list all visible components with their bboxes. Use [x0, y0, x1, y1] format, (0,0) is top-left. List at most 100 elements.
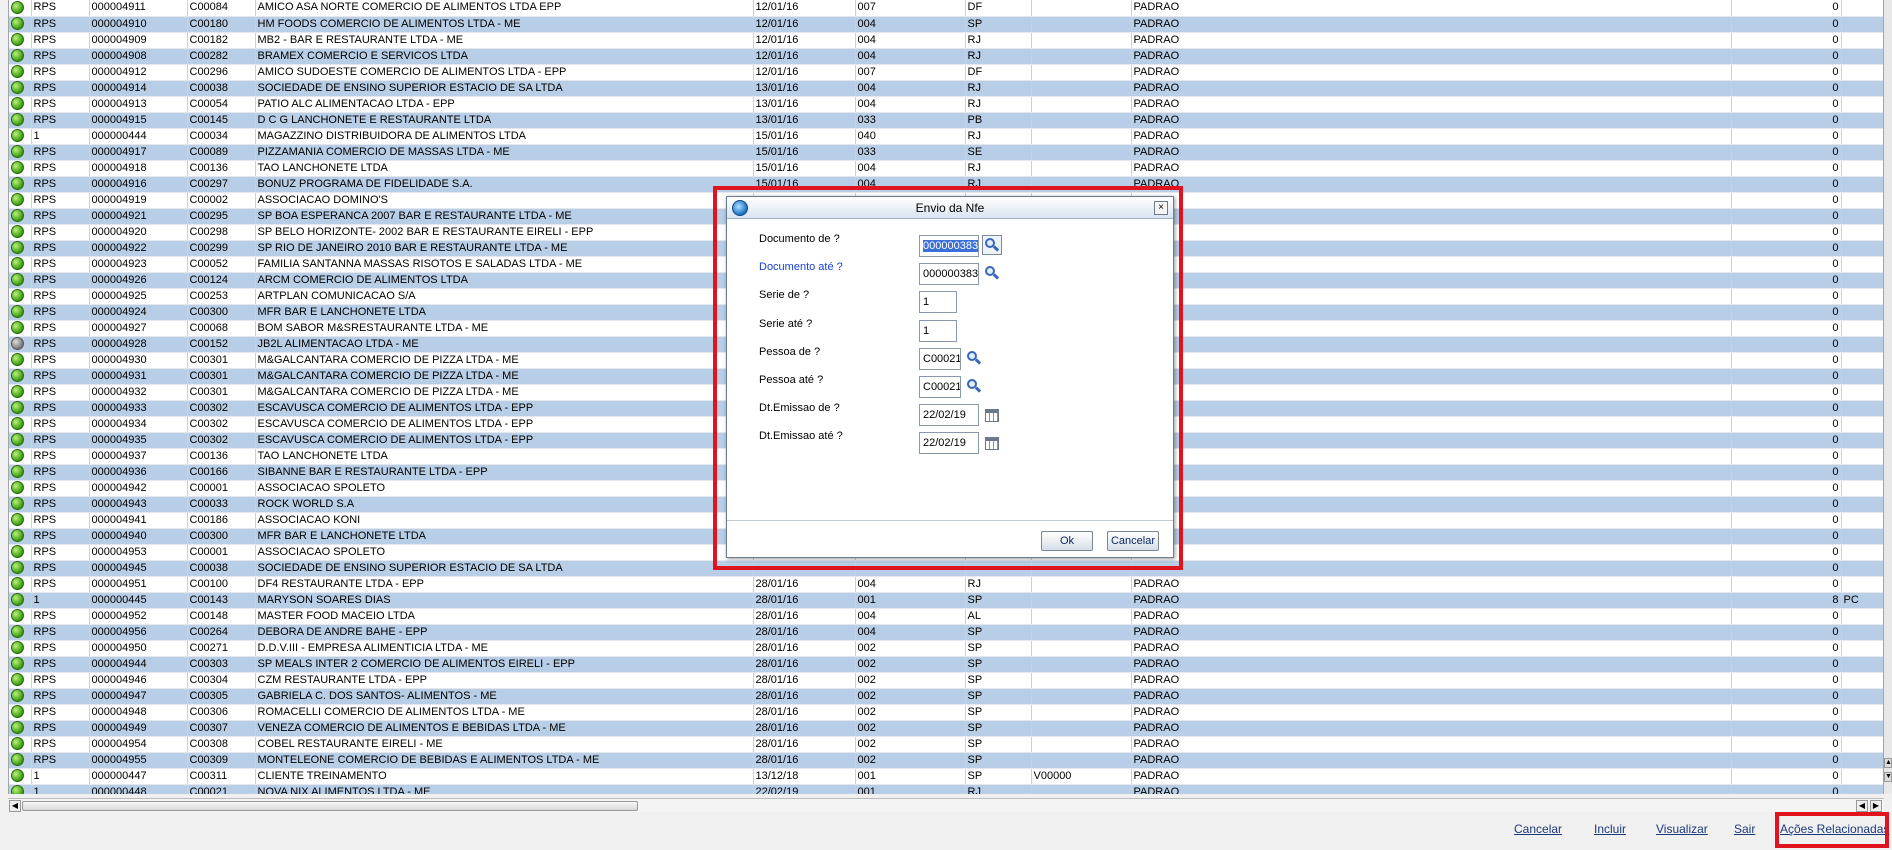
table-row[interactable]: RPS 000004947 C00305 GABRIELA C. DOS SANTOS… — [9, 688, 1883, 705]
table-row[interactable]: RPS 000004916 C00297 BONUZ PROGRAMA DE FIDE… — [9, 176, 1883, 193]
status-cell[interactable] — [9, 48, 32, 65]
status-cell[interactable] — [9, 656, 32, 673]
status-cell[interactable] — [9, 528, 32, 545]
status-cell[interactable] — [9, 608, 32, 625]
table-row[interactable]: RPS 000004909 C00182 MB2 - BAR E RESTAURANT… — [9, 32, 1883, 49]
scroll-right-arrow[interactable]: ▶ — [1870, 800, 1882, 812]
table-row[interactable]: RPS 000004956 C00264 DEBORA DE ANDRE BAHE -… — [9, 624, 1883, 641]
field-input[interactable]: 22/02/19 — [919, 404, 979, 427]
table-row[interactable]: RPS 000004944 C00303 SP MEALS INTER 2 COMER… — [9, 656, 1883, 673]
status-cell[interactable] — [9, 96, 32, 113]
status-cell[interactable] — [9, 592, 32, 609]
table-row[interactable]: RPS 000004949 C00307 VENEZA COMERCIO DE ALI… — [9, 720, 1883, 737]
status-cell[interactable] — [9, 752, 32, 769]
status-cell[interactable] — [9, 128, 32, 145]
status-cell[interactable] — [9, 624, 32, 641]
table-row[interactable]: 1 000000444 C00034 MAGAZZINO DISTRIBUIDORA … — [9, 128, 1883, 145]
status-cell[interactable] — [9, 160, 32, 177]
status-cell[interactable] — [9, 384, 32, 401]
search-icon[interactable] — [967, 350, 982, 365]
status-cell[interactable] — [9, 448, 32, 465]
dialog-titlebar[interactable]: Envio da Nfe × — [727, 197, 1173, 219]
status-cell[interactable] — [9, 304, 32, 321]
status-cell[interactable] — [9, 16, 32, 33]
status-cell[interactable] — [9, 480, 32, 497]
status-cell[interactable] — [9, 112, 32, 129]
table-row[interactable]: RPS 000004917 C00089 PIZZAMANIA COMERCIO DE… — [9, 144, 1883, 161]
table-row[interactable]: RPS 000004908 C00282 BRAMEX COMERCIO E SERV… — [9, 48, 1883, 65]
horizontal-scrollbar[interactable]: ◀ ◀ ▶ — [8, 798, 1884, 812]
calendar-icon[interactable] — [985, 409, 999, 423]
status-cell[interactable] — [9, 672, 32, 689]
status-cell[interactable] — [9, 768, 32, 785]
status-cell[interactable] — [9, 32, 32, 49]
scroll-up-arrow[interactable]: ▲ — [1884, 758, 1892, 768]
field-input[interactable]: 1 — [919, 319, 957, 342]
status-cell[interactable] — [9, 208, 32, 225]
visualizar-button[interactable]: Visualizar — [1656, 822, 1708, 836]
incluir-button[interactable]: Incluir — [1594, 822, 1626, 836]
field-input[interactable]: C00021 — [919, 376, 961, 398]
status-cell[interactable] — [9, 224, 32, 241]
status-cell[interactable] — [9, 240, 32, 257]
ok-button[interactable]: Ok — [1041, 531, 1093, 551]
table-row[interactable]: RPS 000004954 C00308 COBEL RESTAURANTE EIRE… — [9, 736, 1883, 753]
field-input[interactable]: 22/02/19 — [919, 432, 979, 455]
calendar-icon[interactable] — [985, 437, 999, 451]
table-row[interactable]: RPS 000004955 C00309 MONTELEONE COMERCIO DE… — [9, 752, 1883, 769]
status-cell[interactable] — [9, 544, 32, 561]
sair-button[interactable]: Sair — [1734, 822, 1755, 836]
status-cell[interactable] — [9, 496, 32, 513]
status-cell[interactable] — [9, 368, 32, 385]
scroll-down-arrow[interactable]: ▼ — [1884, 772, 1892, 782]
status-cell[interactable] — [9, 416, 32, 433]
search-icon[interactable] — [967, 379, 982, 393]
status-cell[interactable] — [9, 0, 32, 17]
vertical-scrollbar[interactable]: ▲ ▼ — [1884, 0, 1892, 794]
table-row[interactable]: RPS 000004948 C00306 ROMACELLI COMERCIO DE … — [9, 704, 1883, 721]
status-cell[interactable] — [9, 560, 32, 577]
scroll-left-arrow[interactable]: ◀ — [9, 800, 21, 812]
close-icon[interactable]: × — [1154, 201, 1168, 215]
status-cell[interactable] — [9, 288, 32, 305]
table-row[interactable]: RPS 000004951 C00100 DF4 RESTAURANTE LTDA -… — [9, 576, 1883, 593]
status-cell[interactable] — [9, 512, 32, 529]
status-cell[interactable] — [9, 704, 32, 721]
table-row[interactable]: RPS 000004912 C00296 AMICO SUDOESTE COMERCI… — [9, 64, 1883, 81]
cancel-button[interactable]: Cancelar — [1107, 531, 1159, 551]
table-row[interactable]: 1 000000445 C00143 MARYSON SOARES DIAS 28/01… — [9, 592, 1883, 609]
table-row[interactable]: 1 000000448 C00021 NOVA NIX ALIMENTOS LTDA … — [9, 784, 1883, 794]
field-input[interactable]: 1 — [919, 291, 957, 314]
status-cell[interactable] — [9, 784, 32, 794]
table-row[interactable]: RPS 000004913 C00054 PATIO ALC ALIMENTACAO … — [9, 96, 1883, 113]
field-input[interactable]: 000000383 — [919, 235, 979, 257]
search-icon[interactable] — [985, 266, 1000, 280]
field-input[interactable]: C00021 — [919, 347, 961, 370]
table-row[interactable]: RPS 000004911 C00084 AMICO ASA NORTE COMERC… — [9, 0, 1883, 17]
status-cell[interactable] — [9, 464, 32, 481]
table-row[interactable]: RPS 000004946 C00304 CZM RESTAURANTE LTDA -… — [9, 672, 1883, 689]
status-cell[interactable] — [9, 640, 32, 657]
status-cell[interactable] — [9, 176, 32, 193]
search-icon[interactable] — [985, 238, 1000, 252]
status-cell[interactable] — [9, 688, 32, 705]
status-cell[interactable] — [9, 64, 32, 81]
cancelar-button[interactable]: Cancelar — [1514, 822, 1562, 836]
table-row[interactable]: RPS 000004945 C00038 SOCIEDADE DE ENSINO SU… — [9, 560, 1883, 577]
acoes-relacionadas-button[interactable]: Ações Relacionadas — [1780, 822, 1889, 836]
status-cell[interactable] — [9, 432, 32, 449]
status-cell[interactable] — [9, 80, 32, 97]
status-cell[interactable] — [9, 720, 32, 737]
status-cell[interactable] — [9, 272, 32, 289]
table-row[interactable]: RPS 000004910 C00180 HM FOODS COMERCIO DE A… — [9, 16, 1883, 33]
status-cell[interactable] — [9, 576, 32, 593]
table-row[interactable]: 1 000000447 C00311 CLIENTE TREINAMENTO 13/12… — [9, 768, 1883, 785]
horizontal-scroll-thumb[interactable] — [22, 801, 638, 811]
status-cell[interactable] — [9, 144, 32, 161]
status-cell[interactable] — [9, 352, 32, 369]
status-cell[interactable] — [9, 192, 32, 209]
status-cell[interactable] — [9, 256, 32, 273]
table-row[interactable]: RPS 000004950 C00271 D.D.V.III - EMPRESA AL… — [9, 640, 1883, 657]
scroll-left-arrow-end[interactable]: ◀ — [1856, 800, 1868, 812]
status-cell[interactable] — [9, 400, 32, 417]
